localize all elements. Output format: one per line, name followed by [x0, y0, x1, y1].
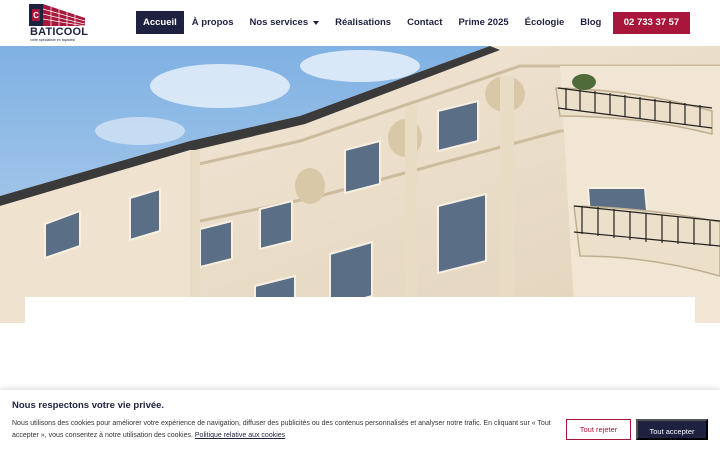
site-header: C BATICOOL votre spécialiste en façades!… [0, 0, 720, 46]
nav-item-nos-services[interactable]: Nos services [242, 11, 328, 34]
nav-item-prime-2025[interactable]: Prime 2025 [450, 11, 516, 34]
chevron-down-icon [313, 20, 320, 25]
building-logo-icon: C [29, 4, 85, 26]
reject-all-button[interactable]: Tout rejeter [566, 419, 631, 440]
cookie-policy-link[interactable]: Politique relative aux cookies [195, 432, 285, 439]
building-facade-illustration [0, 46, 720, 323]
nav-item-label: Nos services [249, 17, 309, 28]
brand-name: BATICOOL [30, 26, 89, 38]
accept-all-button[interactable]: Tout accepter [636, 419, 708, 440]
svg-text:C: C [33, 11, 39, 20]
nav-item-accueil[interactable]: Accueil [136, 11, 184, 34]
cookie-text: Nous utilisons des cookies pour améliore… [12, 418, 558, 442]
cookie-title: Nous respectons votre vie privée. [12, 400, 165, 411]
nav-item-a-propos[interactable]: À propos [184, 11, 242, 34]
nav-item-realisations[interactable]: Réalisations [327, 11, 399, 34]
brand-logo[interactable]: C BATICOOL votre spécialiste en façades! [29, 4, 89, 42]
nav-item-ecologie[interactable]: Écologie [517, 11, 573, 34]
main-nav: Accueil À propos Nos services Réalisatio… [136, 11, 609, 34]
nav-item-blog[interactable]: Blog [572, 11, 609, 34]
nav-item-contact[interactable]: Contact [399, 11, 450, 34]
cookie-banner: Nous respectons votre vie privée. Nous u… [0, 390, 720, 450]
hero-image [0, 46, 720, 323]
brand-tagline: votre spécialiste en façades! [30, 38, 76, 42]
phone-button[interactable]: 02 733 37 57 [613, 12, 690, 34]
